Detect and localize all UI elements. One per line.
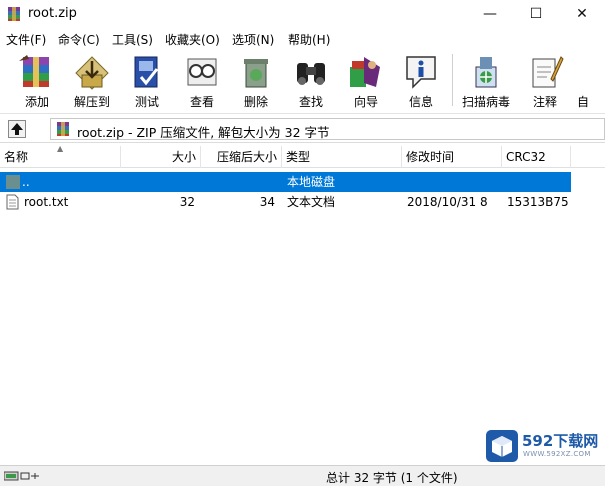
column-modified-label: 修改时间 bbox=[406, 150, 455, 164]
find-button[interactable]: 查找 bbox=[281, 50, 341, 112]
extract-icon bbox=[75, 56, 109, 90]
info-label: 信息 bbox=[408, 95, 433, 109]
up-arrow-icon bbox=[11, 123, 23, 135]
toolbar-separator bbox=[452, 54, 453, 106]
menu-favorites[interactable]: 收藏夹(O) bbox=[165, 31, 220, 48]
list-item-parent[interactable]: .. 本地磁盘 bbox=[0, 172, 571, 192]
wizard-label: 向导 bbox=[353, 95, 378, 109]
menu-bar: 文件(F) 命令(C) 工具(S) 收藏夹(O) 选项(N) 帮助(H) bbox=[0, 28, 605, 48]
row-name: root.txt bbox=[24, 195, 69, 209]
extract-to-label: 解压到 bbox=[73, 95, 110, 109]
close-button[interactable]: ✕ bbox=[559, 0, 605, 28]
minimize-button[interactable]: — bbox=[467, 0, 513, 28]
row-modified: 2018/10/31 8 bbox=[407, 195, 488, 209]
add-button[interactable]: 添加 bbox=[7, 50, 67, 112]
view-icon bbox=[187, 58, 217, 86]
menu-commands[interactable]: 命令(C) bbox=[58, 31, 100, 48]
address-text: root.zip - ZIP 压缩文件, 解包大小为 32 字节 bbox=[77, 125, 330, 140]
row-type: 本地磁盘 bbox=[287, 175, 336, 189]
menu-tools[interactable]: 工具(S) bbox=[112, 31, 153, 48]
up-folder-button[interactable] bbox=[8, 120, 26, 138]
close-icon: ✕ bbox=[576, 6, 588, 22]
column-headers: ▲ 名称 大小 压缩后大小 类型 修改时间 CRC32 bbox=[0, 144, 605, 168]
column-packed-size[interactable]: 压缩后大小 bbox=[201, 146, 282, 168]
file-list[interactable]: .. 本地磁盘 root.txt 32 34 文本文档 2018/10/31 8… bbox=[0, 169, 605, 461]
find-icon bbox=[297, 63, 325, 85]
comment-label: 注释 bbox=[532, 95, 557, 109]
archive-icon bbox=[57, 122, 69, 136]
add-label: 添加 bbox=[24, 95, 49, 109]
parent-folder-icon bbox=[6, 175, 20, 189]
view-button[interactable]: 查看 bbox=[172, 50, 232, 112]
info-icon bbox=[406, 56, 436, 89]
wizard-icon bbox=[350, 57, 380, 87]
comment-icon bbox=[532, 56, 564, 88]
virus-scan-icon bbox=[475, 57, 497, 88]
list-item-root-txt[interactable]: root.txt 32 34 文本文档 2018/10/31 8 15313B7… bbox=[0, 192, 571, 212]
extract-to-button[interactable]: 解压到 bbox=[62, 50, 122, 112]
column-size[interactable]: 大小 bbox=[121, 146, 201, 168]
delete-label: 删除 bbox=[243, 95, 268, 109]
watermark-logo-icon bbox=[486, 430, 518, 462]
text-file-icon bbox=[6, 194, 19, 210]
test-label: 测试 bbox=[134, 95, 159, 109]
minimize-icon: — bbox=[483, 6, 497, 22]
watermark-url: WWW.592XZ.COM bbox=[523, 450, 591, 458]
status-text: 总计 32 字节 (1 个文件) bbox=[326, 471, 458, 485]
site-watermark: 592下载网 WWW.592XZ.COM bbox=[486, 428, 601, 464]
column-crc32[interactable]: CRC32 bbox=[502, 146, 571, 168]
delete-icon bbox=[244, 59, 268, 88]
watermark-brand: 592下载网 bbox=[522, 432, 599, 450]
sfx-label: 自 bbox=[577, 95, 590, 109]
row-name: .. bbox=[22, 175, 30, 189]
add-icon bbox=[19, 55, 49, 87]
comment-button[interactable]: 注释 bbox=[515, 50, 575, 112]
address-field[interactable]: root.zip - ZIP 压缩文件, 解包大小为 32 字节 bbox=[50, 118, 605, 140]
row-size: 32 bbox=[179, 195, 195, 209]
menu-help[interactable]: 帮助(H) bbox=[288, 31, 330, 48]
row-type: 文本文档 bbox=[287, 195, 336, 209]
virus-scan-label: 扫描病毒 bbox=[461, 95, 510, 109]
column-type-label: 类型 bbox=[286, 150, 311, 164]
status-bar: 总计 32 字节 (1 个文件) bbox=[0, 465, 605, 486]
column-crc-label: CRC32 bbox=[506, 150, 546, 164]
row-crc: 15313B75 bbox=[507, 195, 569, 209]
virus-scan-button[interactable]: 扫描病毒 bbox=[456, 50, 516, 112]
column-type[interactable]: 类型 bbox=[282, 146, 402, 168]
maximize-icon: ☐ bbox=[529, 6, 543, 22]
delete-button[interactable]: 删除 bbox=[226, 50, 286, 112]
column-size-label: 大小 bbox=[171, 150, 196, 164]
window-title: root.zip bbox=[28, 6, 77, 21]
winrar-app-icon bbox=[8, 7, 20, 21]
column-name-label: 名称 bbox=[4, 150, 29, 164]
sfx-button[interactable]: 自 bbox=[571, 50, 605, 112]
info-button[interactable]: 信息 bbox=[391, 50, 451, 112]
test-icon bbox=[134, 56, 159, 88]
find-label: 查找 bbox=[298, 95, 323, 109]
view-label: 查看 bbox=[189, 95, 214, 109]
maximize-button[interactable]: ☐ bbox=[513, 0, 559, 28]
address-bar: root.zip - ZIP 压缩文件, 解包大小为 32 字节 bbox=[0, 115, 605, 143]
column-name[interactable]: 名称 bbox=[0, 146, 121, 168]
row-packed: 34 bbox=[259, 195, 275, 209]
column-packed-label: 压缩后大小 bbox=[216, 150, 277, 164]
wizard-button[interactable]: 向导 bbox=[336, 50, 396, 112]
test-button[interactable]: 测试 bbox=[117, 50, 177, 112]
drive-status-icon bbox=[4, 471, 39, 481]
title-bar[interactable]: root.zip — ☐ ✕ bbox=[0, 0, 605, 28]
toolbar: 添加 解压到 测试 查看 删除 查找 向导 信息 扫描病毒 注释 自 bbox=[0, 48, 605, 114]
menu-file[interactable]: 文件(F) bbox=[6, 31, 46, 48]
column-modified[interactable]: 修改时间 bbox=[402, 146, 502, 168]
menu-options[interactable]: 选项(N) bbox=[232, 31, 274, 48]
